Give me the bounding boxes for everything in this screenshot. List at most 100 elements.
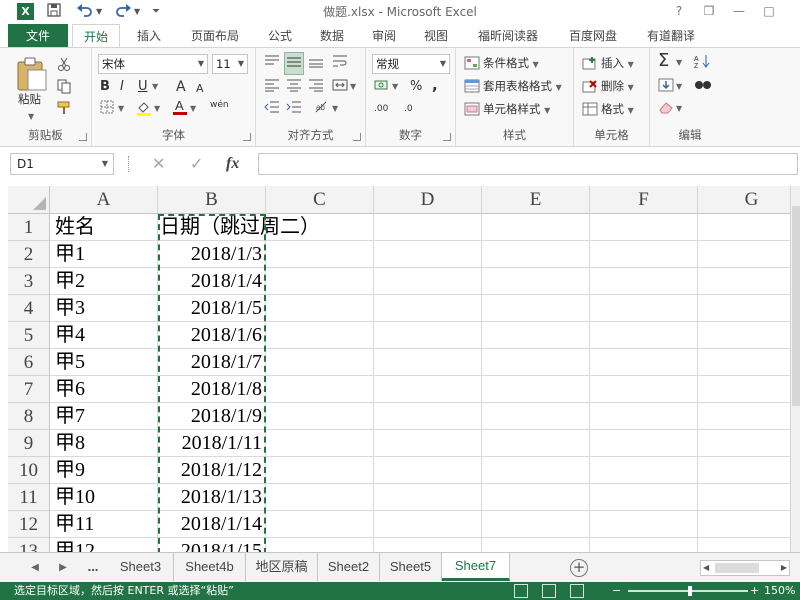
vertical-scroll-thumb[interactable] (792, 206, 800, 406)
horizontal-scrollbar[interactable]: ◀ ▶ (700, 560, 790, 576)
cell-b-header[interactable]: 日期（跳过周二） (160, 215, 360, 240)
cell-a[interactable]: 甲8 (55, 431, 85, 456)
tab-formulas[interactable]: 公式 (258, 24, 302, 48)
copy-icon[interactable] (56, 78, 72, 99)
underline-button[interactable]: U (138, 78, 148, 96)
column-header-e[interactable]: E (482, 186, 590, 214)
sheet-tab[interactable]: Sheet4b (174, 553, 246, 581)
phonetic-guide-button[interactable]: wén (210, 96, 229, 114)
confirm-entry-button[interactable]: ✓ (190, 152, 203, 176)
row-header[interactable]: 7 (8, 376, 50, 403)
fill-dropdown-icon[interactable]: ▼ (676, 78, 682, 96)
page-layout-view-icon[interactable] (542, 584, 556, 598)
column-header-a[interactable]: A (50, 186, 158, 214)
clear-dropdown-icon[interactable]: ▼ (676, 100, 682, 118)
font-name-combo[interactable]: 宋体 ▼ (98, 54, 208, 74)
delete-cells-button[interactable]: 删除 ▼ (582, 77, 634, 97)
cell-a[interactable]: 甲3 (55, 296, 85, 321)
scroll-left-icon[interactable]: ◀ (703, 561, 709, 575)
underline-dropdown-icon[interactable]: ▼ (152, 78, 158, 96)
cell-b-date[interactable]: 2018/1/14 (158, 512, 262, 537)
tab-view[interactable]: 视图 (414, 24, 458, 48)
sort-filter-icon[interactable]: AZ (694, 54, 712, 73)
cell-b-date[interactable]: 2018/1/6 (158, 323, 262, 348)
cell-b-date[interactable]: 2018/1/4 (158, 269, 262, 294)
row-header[interactable]: 13 (8, 538, 50, 552)
add-sheet-button[interactable]: + (570, 559, 588, 577)
column-header-c[interactable]: C (266, 186, 374, 214)
row-header[interactable]: 8 (8, 403, 50, 430)
row-header[interactable]: 5 (8, 322, 50, 349)
cell-a[interactable]: 甲10 (55, 485, 95, 510)
merge-center-icon[interactable] (332, 78, 348, 97)
name-box[interactable]: D1 ▼ (10, 153, 114, 175)
cell-a[interactable]: 甲4 (55, 323, 85, 348)
minimize-button[interactable]: — (728, 2, 750, 20)
ribbon-display-options-icon[interactable]: ❐ (698, 2, 720, 20)
cell-a[interactable]: 姓名 (55, 215, 95, 240)
font-launcher-icon[interactable] (243, 133, 251, 141)
cell-b-date[interactable]: 2018/1/13 (158, 485, 262, 510)
accounting-dropdown-icon[interactable]: ▼ (392, 78, 398, 96)
maximize-button[interactable]: □ (758, 2, 780, 20)
row-header[interactable]: 1 (8, 214, 50, 241)
cell-a[interactable]: 甲7 (55, 404, 85, 429)
zoom-in-button[interactable]: + (750, 582, 759, 600)
decrease-decimal-button[interactable]: .0 (404, 100, 413, 118)
tab-review[interactable]: 审阅 (362, 24, 406, 48)
insert-cells-button[interactable]: 插入 ▼ (582, 54, 634, 74)
row-header[interactable]: 3 (8, 268, 50, 295)
increase-indent-icon[interactable] (286, 100, 302, 119)
grow-font-button[interactable]: A (176, 78, 186, 96)
help-button[interactable]: ? (668, 2, 690, 20)
sheet-overflow-button[interactable]: ... (78, 553, 108, 581)
font-size-combo[interactable]: 11 ▼ (212, 54, 248, 74)
tab-file[interactable]: 文件 (8, 24, 68, 48)
sheet-tab[interactable]: Sheet7 (442, 553, 510, 581)
normal-view-icon[interactable] (514, 584, 528, 598)
scroll-right-icon[interactable]: ▶ (781, 561, 787, 575)
zoom-level[interactable]: 150% (764, 582, 795, 600)
format-as-table-button[interactable]: 套用表格格式 ▼ (464, 77, 562, 97)
zoom-out-button[interactable]: − (612, 582, 621, 600)
fill-color-icon[interactable] (136, 100, 152, 121)
align-bottom-icon[interactable] (308, 54, 324, 73)
redo-dropdown-icon[interactable]: ▼ (134, 2, 140, 22)
percent-style-button[interactable]: % (410, 78, 422, 96)
accounting-format-icon[interactable] (374, 78, 392, 97)
row-header[interactable]: 11 (8, 484, 50, 511)
cell-b-date[interactable]: 2018/1/15 (158, 539, 262, 552)
cell-a[interactable]: 甲11 (55, 512, 94, 537)
cell-b-date[interactable]: 2018/1/7 (158, 350, 262, 375)
borders-dropdown-icon[interactable]: ▼ (118, 100, 124, 118)
align-left-icon[interactable] (264, 78, 280, 97)
cell-b-date[interactable]: 2018/1/5 (158, 296, 262, 321)
comma-style-button[interactable]: , (432, 76, 438, 94)
select-all-button[interactable] (8, 186, 50, 214)
zoom-slider-thumb[interactable] (688, 586, 692, 596)
cell-a[interactable]: 甲6 (55, 377, 85, 402)
cancel-entry-button[interactable]: ✕ (152, 152, 165, 176)
cell-b-date[interactable]: 2018/1/8 (158, 377, 262, 402)
column-header-d[interactable]: D (374, 186, 482, 214)
cut-icon[interactable] (56, 56, 72, 77)
clear-icon[interactable] (658, 100, 674, 119)
save-icon[interactable] (46, 2, 62, 22)
cell-b-date[interactable]: 2018/1/11 (158, 431, 262, 456)
number-launcher-icon[interactable] (443, 133, 451, 141)
worksheet-grid[interactable]: ABCDEFG 1 姓名 日期（跳过周二） 2 甲1 2018/1/3 3 甲2 2018/1/… (0, 186, 800, 552)
insert-function-button[interactable]: fx (226, 152, 239, 176)
tab-data[interactable]: 数据 (310, 24, 354, 48)
fill-color-dropdown-icon[interactable]: ▼ (154, 100, 160, 118)
align-top-icon[interactable] (264, 54, 280, 73)
cell-a[interactable]: 甲2 (55, 269, 85, 294)
fill-icon[interactable] (658, 78, 674, 97)
autosum-dropdown-icon[interactable]: ▼ (676, 54, 682, 72)
cell-b-date[interactable]: 2018/1/9 (158, 404, 262, 429)
cell-styles-button[interactable]: 单元格样式 ▼ (464, 100, 550, 120)
bold-button[interactable]: B (100, 78, 110, 96)
undo-icon[interactable] (76, 2, 94, 22)
cell-a[interactable]: 甲1 (55, 242, 85, 267)
merge-dropdown-icon[interactable]: ▼ (350, 78, 356, 96)
cell-a[interactable]: 甲5 (55, 350, 85, 375)
